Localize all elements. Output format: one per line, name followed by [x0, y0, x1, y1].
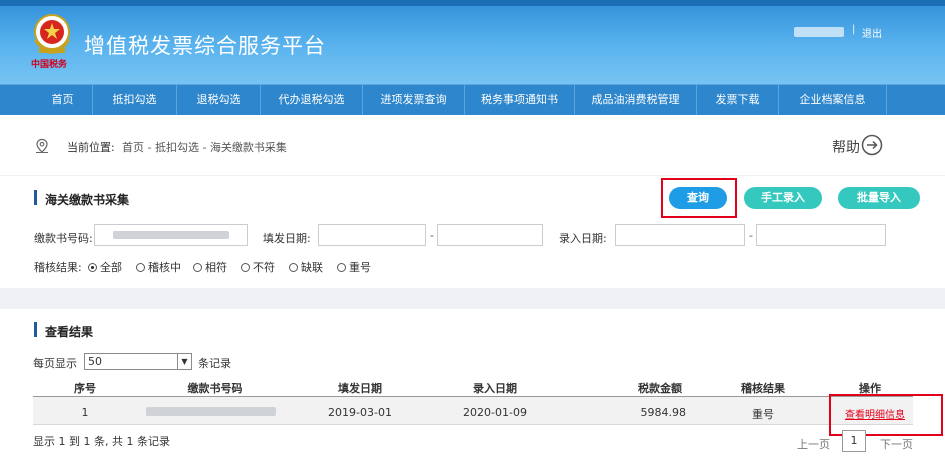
section-bar	[34, 322, 37, 337]
highlight-box-query	[661, 178, 737, 218]
prev-page-button[interactable]: 上一页	[797, 436, 830, 452]
results-section-title: 查看结果	[45, 325, 94, 339]
audit-option-mismatch[interactable]: 不符	[241, 259, 275, 275]
entry-date-start-input[interactable]	[615, 224, 745, 246]
nav-item-deduction-check[interactable]: 抵扣勾选	[93, 85, 177, 115]
cell-entry-date: 2020-01-09	[463, 406, 527, 419]
doc-number-redacted	[113, 231, 229, 239]
chevron-down-icon: ▼	[177, 354, 191, 369]
radio-unchecked-icon	[136, 263, 145, 272]
pagination-info: 显示 1 到 1 条, 共 1 条记录	[33, 435, 170, 448]
nav-item-input-invoice-query[interactable]: 进项发票查询	[363, 85, 465, 115]
cell-doc-number-redacted	[146, 407, 276, 416]
entry-date-end-input[interactable]	[756, 224, 886, 246]
manual-entry-button[interactable]: 手工录入	[744, 187, 822, 209]
nav-item-tax-notice[interactable]: 税务事项通知书	[465, 85, 575, 115]
audit-option-duplicate[interactable]: 重号	[337, 259, 371, 275]
section-bar	[34, 190, 37, 205]
radio-unchecked-icon	[289, 263, 298, 272]
column-header-doc-number: 缴款书号码	[187, 382, 243, 395]
nav-item-oil-consumption-tax[interactable]: 成品油消费税管理	[575, 85, 697, 115]
doc-number-label: 缴款书号码:	[34, 232, 93, 245]
per-page-value: 50	[88, 355, 102, 368]
doc-number-input[interactable]	[94, 224, 248, 246]
batch-import-button[interactable]: 批量导入	[838, 187, 920, 209]
user-separator: |	[852, 24, 856, 35]
cell-audit-result: 重号	[752, 408, 774, 421]
nav-item-home[interactable]: 首页	[33, 85, 93, 115]
arrow-right-circle-icon[interactable]	[861, 134, 883, 156]
entry-date-label: 录入日期:	[559, 232, 607, 245]
nav-item-invoice-download[interactable]: 发票下载	[697, 85, 779, 115]
audit-option-match[interactable]: 相符	[193, 259, 227, 275]
radio-unchecked-icon	[193, 263, 202, 272]
logout-link[interactable]: 退出	[862, 25, 882, 40]
cell-tax-amount: 5984.98	[640, 406, 687, 419]
radio-unchecked-icon	[241, 263, 250, 272]
nav-item-enterprise-archive[interactable]: 企业档案信息	[779, 85, 887, 115]
per-page-select[interactable]: 50 ▼	[84, 353, 192, 370]
location-pin-icon	[36, 138, 48, 153]
column-header-issue-date: 填发日期	[338, 382, 382, 395]
issue-date-start-input[interactable]	[318, 224, 426, 246]
next-page-button[interactable]: 下一页	[880, 436, 913, 452]
column-header-index: 序号	[74, 382, 96, 395]
cell-issue-date: 2019-03-01	[328, 406, 392, 419]
entry-date-dash: -	[749, 229, 753, 242]
user-name-redacted[interactable]	[794, 27, 844, 37]
main-nav: 首页 抵扣勾选 退税勾选 代办退税勾选 进项发票查询 税务事项通知书 成品油消费…	[0, 84, 945, 115]
breadcrumb-path: 首页 - 抵扣勾选 - 海关缴款书采集	[122, 141, 287, 154]
audit-option-missing[interactable]: 缺联	[289, 259, 323, 275]
app-header: 中国税务 增值税发票综合服务平台 | 退出	[0, 0, 945, 84]
nav-item-refund-check[interactable]: 退税勾选	[177, 85, 261, 115]
column-header-entry-date: 录入日期	[473, 382, 517, 395]
issue-date-label: 填发日期:	[263, 232, 311, 245]
audit-result-label: 稽核结果:	[34, 261, 82, 274]
issue-date-dash: -	[430, 229, 434, 242]
help-label[interactable]: 帮助	[832, 137, 860, 157]
brand-subtitle: 中国税务	[31, 60, 68, 70]
issue-date-end-input[interactable]	[437, 224, 543, 246]
nav-item-agent-refund-check[interactable]: 代办退税勾选	[261, 85, 363, 115]
cell-index: 1	[81, 406, 89, 419]
per-page-suffix: 条记录	[198, 357, 231, 370]
search-section-title: 海关缴款书采集	[45, 193, 130, 207]
audit-option-all[interactable]: 全部	[88, 259, 122, 275]
breadcrumb-label: 当前位置:	[67, 141, 115, 154]
per-page-label: 每页显示	[33, 357, 77, 370]
radio-unchecked-icon	[337, 263, 346, 272]
tax-emblem-icon	[34, 14, 70, 55]
column-header-audit-result: 稽核结果	[741, 382, 785, 395]
column-header-tax-amount: 税款金额	[638, 382, 682, 395]
page-number-current[interactable]: 1	[842, 430, 866, 452]
radio-checked-icon	[88, 263, 97, 272]
app-title: 增值税发票综合服务平台	[84, 34, 326, 58]
audit-option-in-progress[interactable]: 稽核中	[136, 259, 181, 275]
